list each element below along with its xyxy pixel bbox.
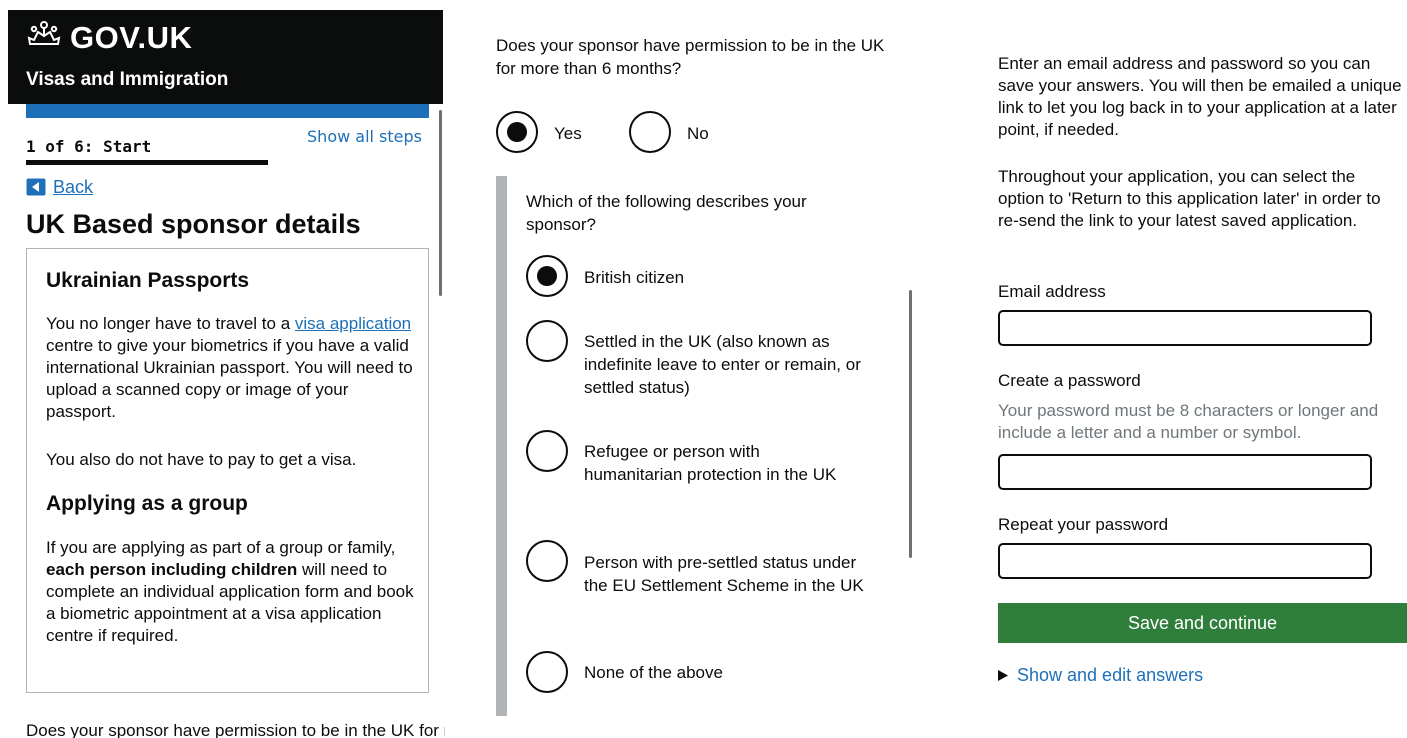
govuk-logo-text[interactable]: GOV.UK <box>70 18 192 58</box>
sponsor-type-question-text: Which of the following describes your sp… <box>526 192 807 234</box>
triangle-right-icon[interactable] <box>998 670 1008 681</box>
info-paragraph-group: If you are applying as part of a group o… <box>46 537 416 647</box>
step-indicator: 1 of 6: Start <box>26 137 152 156</box>
crown-icon <box>27 21 61 45</box>
repeat-password-label: Repeat your password <box>998 515 1169 534</box>
back-arrow-icon[interactable] <box>26 178 46 196</box>
conditional-reveal-border <box>496 176 507 716</box>
header-blue-bar <box>26 104 429 118</box>
radio-label-pre-settled[interactable]: Person with pre-settled status under the… <box>584 551 874 597</box>
save-and-continue-button[interactable]: Save and continue <box>998 603 1407 643</box>
govuk-header: GOV.UK Visas and Immigration <box>8 10 443 104</box>
radio-label-yes[interactable]: Yes <box>554 122 582 145</box>
info-heading-applying-group: Applying as a group <box>46 492 248 515</box>
radio-refugee[interactable] <box>526 430 568 472</box>
radio-settled-in-uk[interactable] <box>526 320 568 362</box>
radio-permission-yes[interactable] <box>496 111 538 153</box>
info-paragraph-passports: You no longer have to travel to a visa a… <box>46 313 416 423</box>
scrollbar-thumb[interactable] <box>439 110 442 296</box>
email-label: Email address <box>998 282 1106 301</box>
scrollbar-thumb[interactable] <box>909 290 912 558</box>
panel-sponsor-questions: Does your sponsor have permission to be … <box>470 0 940 738</box>
info-heading-ukrainian-passports: Ukrainian Passports <box>46 269 250 292</box>
radio-british-citizen[interactable] <box>526 255 568 297</box>
back-link[interactable]: Back <box>53 176 93 198</box>
password-field[interactable] <box>998 454 1372 490</box>
radio-pre-settled[interactable] <box>526 540 568 582</box>
radio-label-british-citizen[interactable]: British citizen <box>584 266 874 289</box>
show-edit-answers-toggle[interactable]: Show and edit answers <box>1017 663 1203 687</box>
step-progress-bar <box>26 160 268 165</box>
return-later-text: Throughout your application, you can sel… <box>998 167 1381 230</box>
save-intro-text: Enter an email address and password so y… <box>998 54 1402 139</box>
radio-label-no[interactable]: No <box>687 122 709 145</box>
panel-start-page: GOV.UK Visas and Immigration 1 of 6: Sta… <box>0 0 445 738</box>
password-label: Create a password <box>998 371 1141 390</box>
info-bold-text: each person including children <box>46 560 298 579</box>
info-text: centre to give your biometrics if you ha… <box>46 336 413 421</box>
ukrainian-passports-info-box: Ukrainian Passports You no longer have t… <box>26 248 429 693</box>
page-title: UK Based sponsor details <box>26 209 361 239</box>
radio-none-of-the-above[interactable] <box>526 651 568 693</box>
permission-question-text: Does your sponsor have permission to be … <box>496 36 885 78</box>
panel-save-answers: Enter an email address and password so y… <box>966 0 1407 738</box>
show-all-steps-link[interactable]: Show all steps <box>290 126 422 148</box>
info-text: If you are applying as part of a group o… <box>46 538 396 557</box>
radio-permission-no[interactable] <box>629 111 671 153</box>
radio-label-refugee[interactable]: Refugee or person with humanitarian prot… <box>584 440 854 486</box>
info-text: You no longer have to travel to a <box>46 314 295 333</box>
repeat-password-field[interactable] <box>998 543 1372 579</box>
password-hint: Your password must be 8 characters or lo… <box>998 401 1379 442</box>
permission-question-preview: Does your sponsor have permission to be … <box>26 721 445 738</box>
radio-label-none-of-the-above[interactable]: None of the above <box>584 661 874 684</box>
radio-label-settled-in-uk[interactable]: Settled in the UK (also known as indefin… <box>584 330 874 399</box>
service-name[interactable]: Visas and Immigration <box>26 68 228 92</box>
email-field[interactable] <box>998 310 1372 346</box>
info-paragraph-no-fee: You also do not have to pay to get a vis… <box>46 450 357 469</box>
visa-application-link[interactable]: visa application <box>295 314 411 333</box>
